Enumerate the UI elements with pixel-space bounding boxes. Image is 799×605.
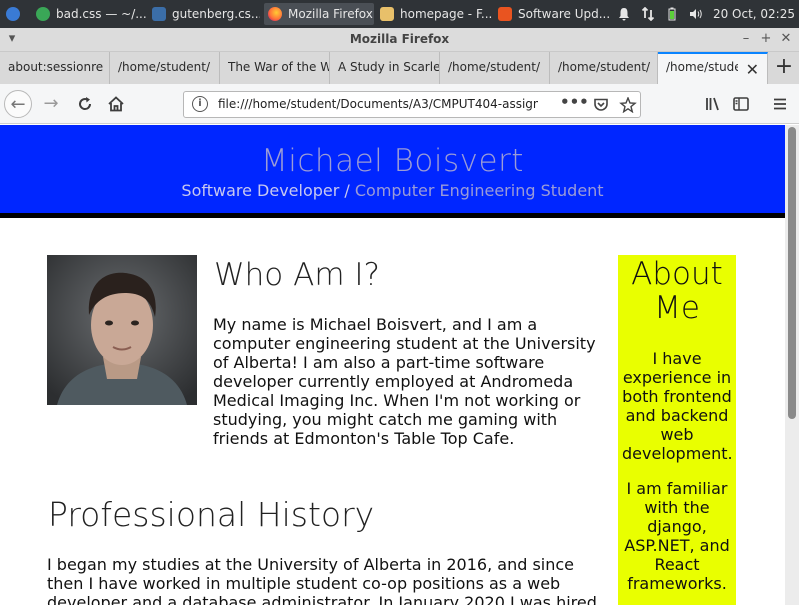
task-firefox[interactable]: Mozilla Firefox (264, 3, 374, 25)
app-menu-icon[interactable] (6, 3, 24, 25)
forward-button[interactable]: → (37, 90, 65, 118)
task-bad-css[interactable]: bad.css — ~/... (36, 3, 146, 25)
page-viewport: Michael Boisvert Software Developer / Co… (0, 125, 785, 605)
new-tab-button[interactable]: + (769, 52, 799, 84)
task-gutenberg[interactable]: gutenberg.cs... (152, 3, 260, 25)
volume-icon[interactable] (689, 7, 703, 21)
firefox-icon (268, 7, 282, 21)
site-header: Michael Boisvert Software Developer / Co… (0, 125, 785, 218)
about-me-aside: About Me I have experience in both front… (618, 255, 736, 605)
hamburger-menu-icon (774, 98, 786, 110)
professional-history-heading: Professional History (48, 495, 375, 534)
professional-history-text: I began my studies at the University of … (47, 555, 597, 605)
window-title: Mozilla Firefox (349, 32, 450, 46)
home-button[interactable] (102, 90, 130, 118)
site-name: Michael Boisvert (261, 143, 524, 179)
editor-icon (36, 7, 50, 21)
about-me-heading: About Me (631, 256, 723, 326)
reload-icon (79, 97, 92, 110)
notification-bell-icon[interactable] (617, 7, 631, 21)
maximize-button[interactable]: + (758, 31, 774, 47)
folder-icon (380, 7, 394, 21)
pocket-icon[interactable] (591, 97, 611, 113)
tab-home-student-active[interactable]: /home/stude ✕ (658, 52, 768, 84)
home-icon (108, 96, 124, 112)
close-tab-icon[interactable]: ✕ (746, 60, 759, 79)
task-label: Mozilla Firefox (288, 7, 373, 21)
clock[interactable]: 20 Oct, 02:25 (713, 7, 795, 21)
who-am-i-text: My name is Michael Boisvert, and I am a … (213, 315, 596, 448)
library-button[interactable] (699, 90, 727, 118)
menu-button[interactable] (766, 90, 794, 118)
portrait-image (47, 255, 197, 405)
scrollbar-thumb[interactable] (788, 127, 796, 419)
url-bar[interactable]: i file:///home/student/Documents/A3/CMPU… (183, 91, 641, 118)
battery-icon[interactable] (665, 7, 679, 21)
tab-label: about:sessionre (8, 60, 104, 74)
site-info-icon[interactable]: i (192, 96, 208, 112)
minimize-button[interactable]: – (738, 31, 754, 47)
window-titlebar: ▾ Mozilla Firefox – + ✕ (0, 28, 799, 52)
software-update-icon (498, 7, 512, 21)
sidebar-button[interactable] (727, 90, 755, 118)
navigation-toolbar: ← → i file:///home/student/Documents/A3/… (0, 84, 799, 124)
bookmark-star-icon[interactable] (618, 97, 638, 113)
tab-label: /home/student/ (118, 60, 211, 74)
task-label: Software Upd... (518, 7, 610, 21)
task-label: homepage - F... (400, 7, 492, 21)
tab-label: /home/stude (666, 60, 738, 74)
library-icon (706, 97, 719, 111)
task-software-update[interactable]: Software Upd... (498, 3, 610, 25)
tab-strip: about:sessionre /home/student/ The War o… (0, 52, 799, 84)
profile-photo (47, 255, 197, 405)
about-me-experience: I have experience in both frontend and b… (622, 349, 733, 463)
page-actions-icon[interactable]: ••• (560, 93, 589, 111)
tab-home-student-2[interactable]: /home/student/ (440, 52, 550, 84)
tab-war-of-the-worlds[interactable]: The War of the W (220, 52, 330, 84)
reload-button[interactable] (71, 90, 99, 118)
tab-label: The War of the W (228, 60, 329, 74)
url-text[interactable]: file:///home/student/Documents/A3/CMPUT4… (218, 97, 538, 111)
page-scrollbar[interactable] (785, 125, 799, 605)
back-button[interactable]: ← (4, 90, 32, 118)
close-window-button[interactable]: ✕ (778, 31, 794, 47)
tab-session-restore[interactable]: about:sessionre (0, 52, 110, 84)
tab-home-student-3[interactable]: /home/student/ (550, 52, 658, 84)
site-tagline: Software Developer / Computer Engineerin… (0, 181, 785, 200)
tagline-role: Software Developer / (181, 181, 355, 200)
editor-icon (152, 7, 166, 21)
task-label: gutenberg.cs... (172, 7, 260, 21)
network-arrows-icon[interactable] (641, 7, 655, 21)
system-panel: bad.css — ~/... gutenberg.cs... Mozilla … (0, 0, 799, 28)
tab-label: A Study in Scarle (338, 60, 439, 74)
tab-label: /home/student/ (558, 60, 651, 74)
tab-study-in-scarlet[interactable]: A Study in Scarle (330, 52, 440, 84)
system-tray: 20 Oct, 02:25 (617, 0, 795, 28)
tab-label: /home/student/ (448, 60, 541, 74)
tagline-study: Computer Engineering Student (354, 181, 604, 200)
task-homepage[interactable]: homepage - F... (380, 3, 492, 25)
sidebar-icon (733, 97, 749, 111)
tab-home-student-1[interactable]: /home/student/ (110, 52, 220, 84)
about-me-frameworks: I am familiar with the django, ASP.NET, … (624, 479, 730, 593)
task-label: bad.css — ~/... (56, 7, 146, 21)
who-am-i-heading: Who Am I? (214, 257, 380, 293)
